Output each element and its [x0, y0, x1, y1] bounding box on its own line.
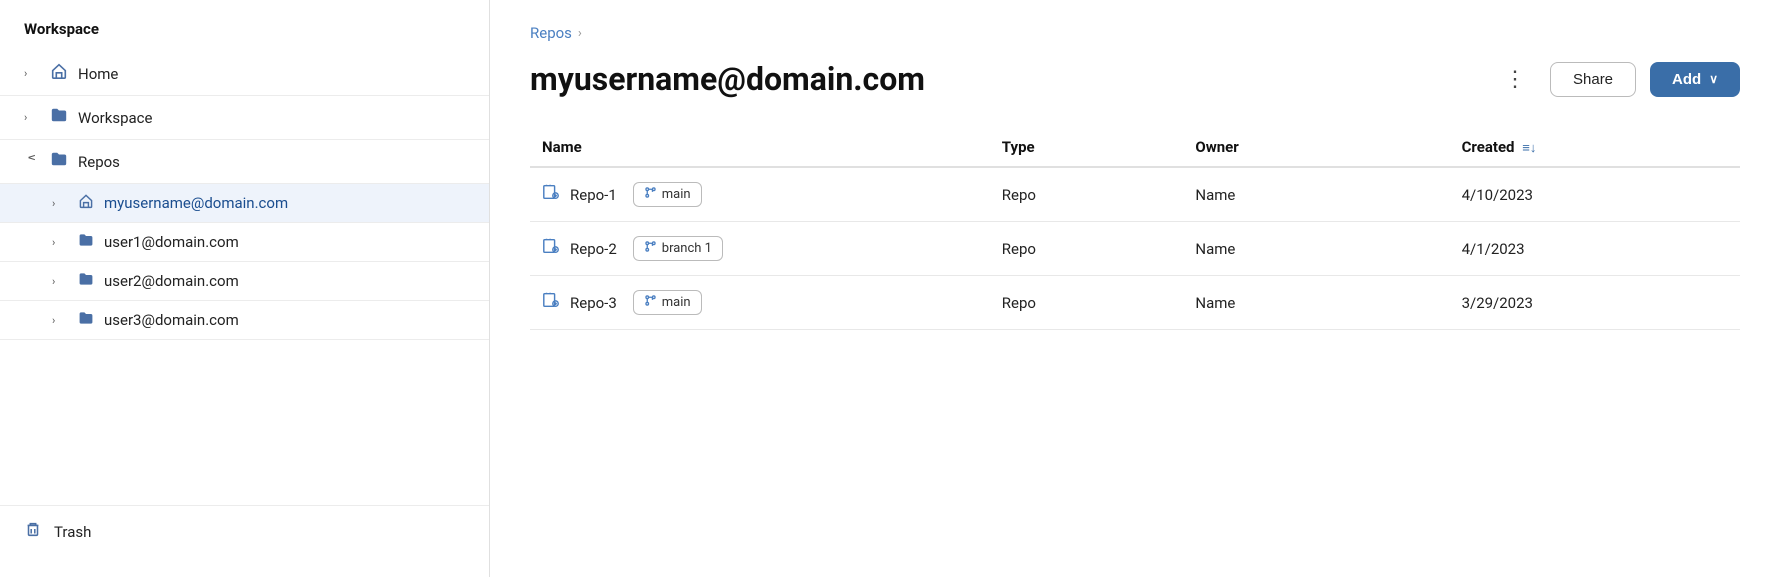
sidebar-item-user2-label: user2@domain.com	[104, 272, 239, 290]
table-header-row: Name Type Owner Created ≡↓	[530, 128, 1740, 167]
col-header-owner: Owner	[1183, 128, 1449, 167]
sidebar-item-repos-label: Repos	[78, 153, 465, 171]
add-dropdown-icon: ∨	[1709, 72, 1718, 86]
sidebar-item-user1[interactable]: › user1@domain.com	[0, 223, 489, 262]
sidebar-item-myuser[interactable]: › myusername@domain.com	[0, 184, 489, 223]
cell-name: Repo-1 main	[530, 167, 990, 222]
branch-name: branch 1	[662, 241, 712, 256]
cell-name: Repo-3 main	[530, 276, 990, 330]
branch-name: main	[662, 295, 691, 310]
chevron-right-icon: ›	[24, 67, 40, 80]
sidebar-item-myuser-label: myusername@domain.com	[104, 194, 288, 212]
branch-name: main	[662, 187, 691, 202]
main-content: Repos › myusername@domain.com ⋮ Share Ad…	[490, 0, 1780, 577]
cell-name: Repo-2 branch 1	[530, 222, 990, 276]
branch-icon	[644, 294, 657, 311]
cell-type: Repo	[990, 276, 1184, 330]
sidebar-item-home-label: Home	[78, 65, 465, 83]
cell-type: Repo	[990, 167, 1184, 222]
sidebar-item-user3[interactable]: › user3@domain.com	[0, 301, 489, 340]
trash-label: Trash	[54, 523, 91, 541]
breadcrumb-separator: ›	[578, 26, 582, 41]
cell-created: 3/29/2023	[1450, 276, 1740, 330]
more-options-button[interactable]: ⋮	[1496, 64, 1536, 94]
table-row: Repo-1 main	[530, 167, 1740, 222]
breadcrumb: Repos ›	[530, 24, 1740, 42]
sidebar-item-home[interactable]: › Home	[0, 52, 489, 96]
sidebar-item-trash[interactable]: Trash	[0, 505, 489, 557]
share-button[interactable]: Share	[1550, 62, 1636, 97]
branch-badge[interactable]: branch 1	[633, 236, 723, 261]
sort-icon: ≡↓	[1522, 141, 1536, 156]
table-row: Repo-2 branch 1	[530, 222, 1740, 276]
sidebar-item-user1-label: user1@domain.com	[104, 233, 239, 251]
repo-name[interactable]: Repo-2	[570, 240, 617, 258]
repo-name[interactable]: Repo-1	[570, 186, 617, 204]
folder-icon	[78, 310, 94, 330]
sidebar-item-workspace-label: Workspace	[78, 109, 465, 127]
folder-icon	[78, 271, 94, 291]
sidebar-item-user3-label: user3@domain.com	[104, 311, 239, 329]
col-header-type: Type	[990, 128, 1184, 167]
folder-icon	[50, 150, 68, 173]
folder-icon	[50, 106, 68, 129]
cell-owner: Name	[1183, 167, 1449, 222]
chevron-right-icon: ›	[52, 236, 68, 249]
cell-created: 4/10/2023	[1450, 167, 1740, 222]
cell-created: 4/1/2023	[1450, 222, 1740, 276]
trash-icon	[24, 520, 42, 543]
repo-name[interactable]: Repo-3	[570, 294, 617, 312]
col-header-created[interactable]: Created ≡↓	[1450, 128, 1740, 167]
folder-icon	[78, 232, 94, 252]
branch-badge[interactable]: main	[633, 182, 702, 207]
workspace-title: Workspace	[0, 20, 489, 52]
col-header-name: Name	[530, 128, 990, 167]
sidebar-item-user2[interactable]: › user2@domain.com	[0, 262, 489, 301]
sidebar-item-workspace[interactable]: › Workspace	[0, 96, 489, 140]
add-label: Add	[1672, 71, 1701, 88]
chevron-right-icon: ›	[52, 314, 68, 327]
chevron-right-icon: ›	[52, 197, 68, 210]
repo-icon	[542, 291, 560, 314]
home-icon	[78, 193, 94, 213]
add-button[interactable]: Add ∨	[1650, 62, 1740, 97]
home-icon	[50, 62, 68, 85]
branch-badge[interactable]: main	[633, 290, 702, 315]
sidebar: Workspace › Home › Workspace ∨ Repos	[0, 0, 490, 577]
sidebar-item-repos[interactable]: ∨ Repos	[0, 140, 489, 184]
cell-owner: Name	[1183, 222, 1449, 276]
repo-icon	[542, 237, 560, 260]
branch-icon	[644, 240, 657, 257]
header-actions: ⋮ Share Add ∨	[1496, 62, 1740, 97]
breadcrumb-repos-link[interactable]: Repos	[530, 24, 572, 42]
page-header: myusername@domain.com ⋮ Share Add ∨	[530, 60, 1740, 98]
chevron-down-icon: ∨	[26, 154, 39, 170]
cell-type: Repo	[990, 222, 1184, 276]
branch-icon	[644, 186, 657, 203]
repo-icon	[542, 183, 560, 206]
chevron-right-icon: ›	[24, 111, 40, 124]
cell-owner: Name	[1183, 276, 1449, 330]
repos-table: Name Type Owner Created ≡↓	[530, 128, 1740, 330]
page-title: myusername@domain.com	[530, 60, 925, 98]
table-row: Repo-3 main	[530, 276, 1740, 330]
chevron-right-icon: ›	[52, 275, 68, 288]
